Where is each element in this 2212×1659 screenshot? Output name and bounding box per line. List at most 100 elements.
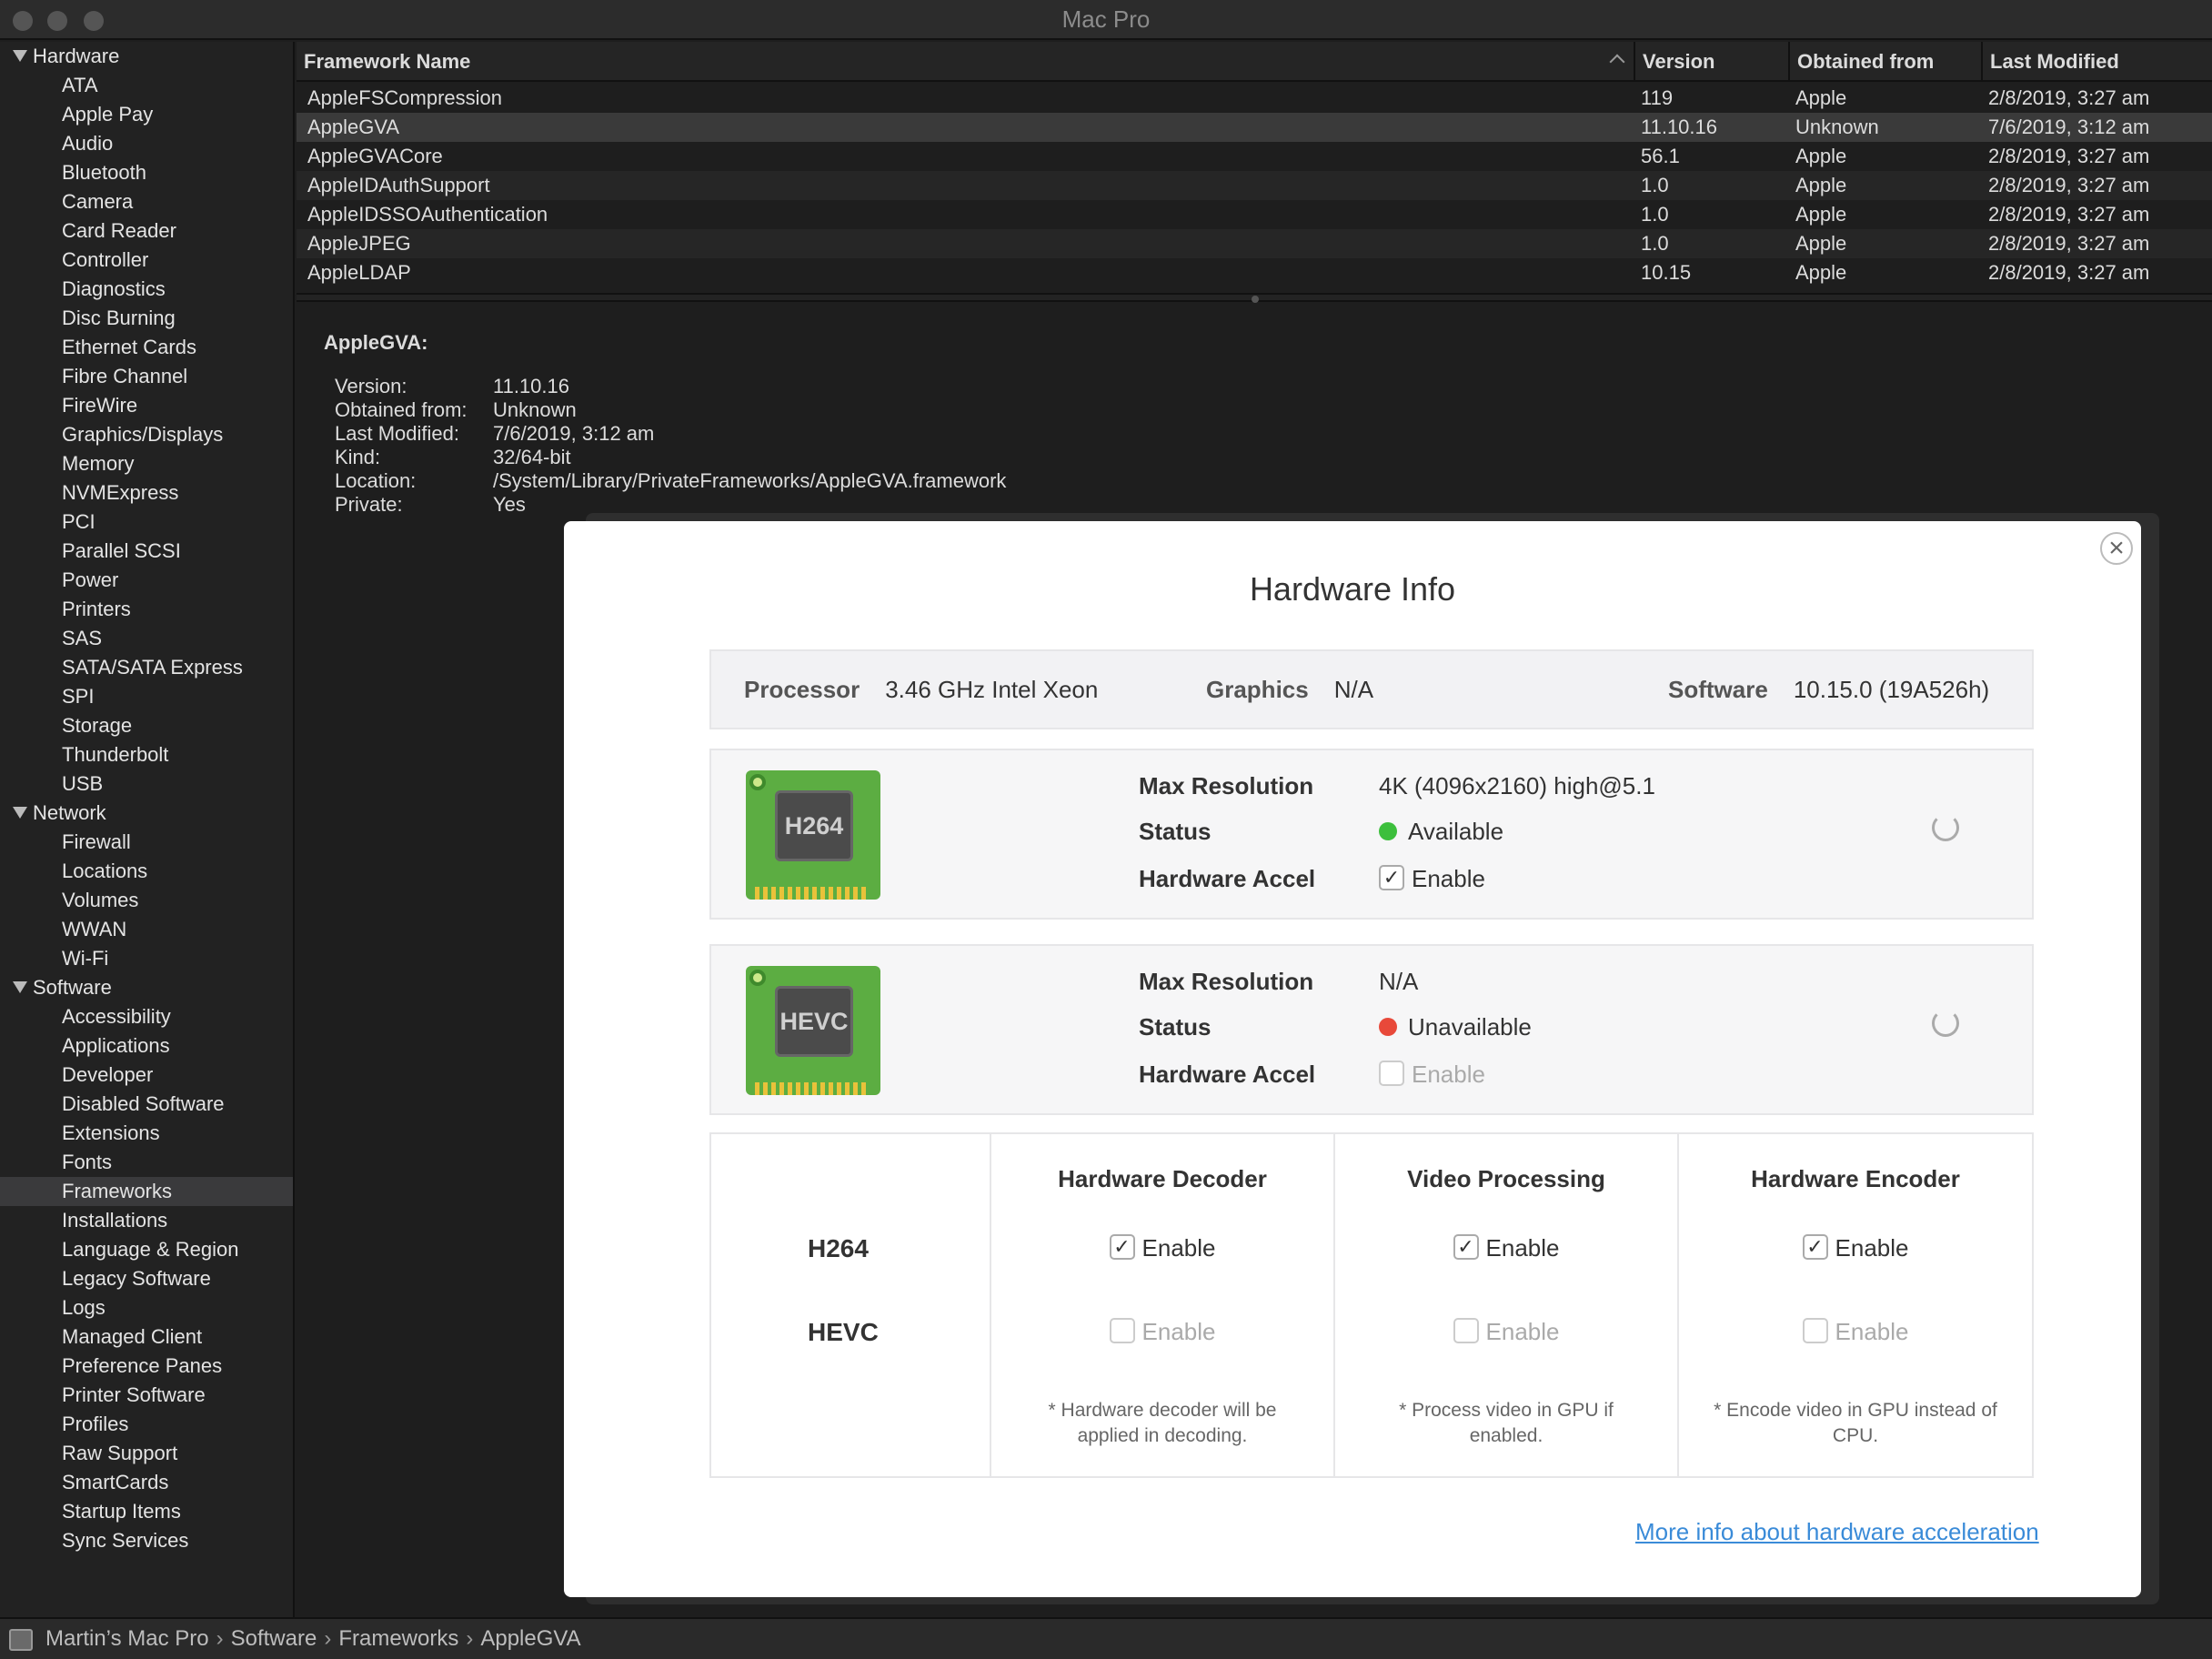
sidebar-group-software[interactable]: Software: [0, 973, 293, 1002]
breadcrumb-item-applegva[interactable]: AppleGVA: [480, 1626, 580, 1651]
sidebar-item-logs[interactable]: Logs: [0, 1293, 293, 1322]
matrix-toggle-hevc[interactable]: Enable: [1335, 1318, 1677, 1346]
sidebar-item-diagnostics[interactable]: Diagnostics: [0, 275, 293, 304]
matrix-toggle-h264[interactable]: ✓ Enable: [1679, 1234, 2032, 1262]
sidebar-item-controller[interactable]: Controller: [0, 246, 293, 275]
table-row[interactable]: AppleIDSSOAuthentication 1.0 Apple 2/8/2019…: [297, 200, 2212, 229]
sidebar-item-ata[interactable]: ATA: [0, 71, 293, 100]
disclosure-triangle-icon[interactable]: [13, 806, 27, 819]
zoom-window-button[interactable]: [84, 11, 104, 31]
table-row[interactable]: AppleGVACore 56.1 Apple 2/8/2019, 3:27 am: [297, 142, 2212, 171]
sidebar-group-network[interactable]: Network: [0, 799, 293, 828]
sidebar-item-sas[interactable]: SAS: [0, 624, 293, 653]
close-dialog-button[interactable]: ×: [2100, 532, 2133, 565]
table-row[interactable]: AppleJPEG 1.0 Apple 2/8/2019, 3:27 am: [297, 229, 2212, 258]
more-info-link[interactable]: More info about hardware acceleration: [1635, 1518, 2039, 1546]
sidebar-item-sata-sata-express[interactable]: SATA/SATA Express: [0, 653, 293, 682]
breadcrumb-item-software[interactable]: Software: [231, 1626, 317, 1651]
sidebar-item-frameworks[interactable]: Frameworks: [0, 1177, 293, 1206]
checkbox[interactable]: [1379, 1061, 1404, 1087]
sidebar-item-card-reader[interactable]: Card Reader: [0, 216, 293, 246]
sidebar-item-audio[interactable]: Audio: [0, 129, 293, 158]
checkbox[interactable]: [1109, 1318, 1135, 1344]
sidebar-item-usb[interactable]: USB: [0, 769, 293, 799]
minimize-window-button[interactable]: [47, 11, 67, 31]
table-row[interactable]: AppleFSCompression 119 Apple 2/8/2019, 3:27…: [297, 84, 2212, 113]
sidebar-group-hardware[interactable]: Hardware: [0, 42, 293, 71]
checkbox[interactable]: [1453, 1318, 1479, 1344]
sidebar-item-thunderbolt[interactable]: Thunderbolt: [0, 740, 293, 769]
checkbox[interactable]: [1802, 1318, 1828, 1344]
sidebar-item-profiles[interactable]: Profiles: [0, 1410, 293, 1439]
sidebar-item-bluetooth[interactable]: Bluetooth: [0, 158, 293, 187]
sidebar-item-fibre-channel[interactable]: Fibre Channel: [0, 362, 293, 391]
sidebar-item-spi[interactable]: SPI: [0, 682, 293, 711]
matrix-toggle-hevc[interactable]: Enable: [991, 1318, 1333, 1346]
hardware-accel-toggle[interactable]: Enable: [1379, 1061, 1485, 1089]
sidebar-item-managed-client[interactable]: Managed Client: [0, 1322, 293, 1352]
sidebar-group-label: Network: [33, 801, 106, 824]
sidebar-item-extensions[interactable]: Extensions: [0, 1119, 293, 1148]
sidebar-item-accessibility[interactable]: Accessibility: [0, 1002, 293, 1031]
sidebar-item-wwan[interactable]: WWAN: [0, 915, 293, 944]
codec-panel-h264: H264 Max Resolution Status Hardware Accel 4K…: [709, 749, 2034, 920]
sidebar-item-power[interactable]: Power: [0, 566, 293, 595]
sidebar-item-developer[interactable]: Developer: [0, 1061, 293, 1090]
sidebar-item-printer-software[interactable]: Printer Software: [0, 1381, 293, 1410]
sidebar-item-sync-services[interactable]: Sync Services: [0, 1526, 293, 1555]
disclosure-triangle-icon[interactable]: [13, 980, 27, 993]
checkbox[interactable]: ✓: [1802, 1234, 1828, 1261]
breadcrumb-item-martin-s-mac-pro[interactable]: Martin’s Mac Pro: [45, 1626, 209, 1651]
column-header-last-modified[interactable]: Last Modified: [1983, 42, 2212, 82]
checkbox-label: Enable: [1485, 1318, 1560, 1345]
sidebar-item-volumes[interactable]: Volumes: [0, 886, 293, 915]
checkbox[interactable]: ✓: [1379, 865, 1404, 891]
column-header-framework-name[interactable]: Framework Name: [297, 42, 1635, 82]
sidebar-item-wi-fi[interactable]: Wi-Fi: [0, 944, 293, 973]
sidebar-item-applications[interactable]: Applications: [0, 1031, 293, 1061]
checkbox[interactable]: ✓: [1109, 1234, 1135, 1261]
sidebar-item-disabled-software[interactable]: Disabled Software: [0, 1090, 293, 1119]
column-header-obtained-from[interactable]: Obtained from: [1790, 42, 1983, 82]
sidebar-item-startup-items[interactable]: Startup Items: [0, 1497, 293, 1526]
sidebar-item-graphics-displays[interactable]: Graphics/Displays: [0, 420, 293, 449]
sidebar-item-installations[interactable]: Installations: [0, 1206, 293, 1235]
disclosure-triangle-icon[interactable]: [13, 49, 27, 62]
sidebar-item-locations[interactable]: Locations: [0, 857, 293, 886]
sidebar-item-memory[interactable]: Memory: [0, 449, 293, 478]
detail-label: Last Modified:: [335, 422, 459, 445]
matrix-column-note: * Process video in GPU if enabled.: [1399, 1400, 1614, 1446]
refresh-icon[interactable]: [1932, 814, 1959, 841]
sidebar-item-apple-pay[interactable]: Apple Pay: [0, 100, 293, 129]
sidebar-item-disc-burning[interactable]: Disc Burning: [0, 304, 293, 333]
sidebar-item-parallel-scsi[interactable]: Parallel SCSI: [0, 537, 293, 566]
sidebar-item-nvmexpress[interactable]: NVMExpress: [0, 478, 293, 508]
sidebar-item-pci[interactable]: PCI: [0, 508, 293, 537]
split-view-divider[interactable]: [297, 293, 2212, 303]
sidebar-item-camera[interactable]: Camera: [0, 187, 293, 216]
checkbox[interactable]: ✓: [1453, 1234, 1479, 1261]
sidebar-item-firewire[interactable]: FireWire: [0, 391, 293, 420]
table-row[interactable]: AppleLDAP 10.15 Apple 2/8/2019, 3:27 am: [297, 258, 2212, 287]
sidebar-item-raw-support[interactable]: Raw Support: [0, 1439, 293, 1468]
sidebar-item-printers[interactable]: Printers: [0, 595, 293, 624]
hardware-accel-toggle[interactable]: ✓ Enable: [1379, 865, 1485, 893]
matrix-toggle-h264[interactable]: ✓ Enable: [1335, 1234, 1677, 1262]
sidebar-item-firewall[interactable]: Firewall: [0, 828, 293, 857]
table-row[interactable]: AppleGVA 11.10.16 Unknown 7/6/2019, 3:12 am: [297, 113, 2212, 142]
sidebar-item-fonts[interactable]: Fonts: [0, 1148, 293, 1177]
sidebar-item-ethernet-cards[interactable]: Ethernet Cards: [0, 333, 293, 362]
matrix-toggle-h264[interactable]: ✓ Enable: [991, 1234, 1333, 1262]
refresh-icon[interactable]: [1932, 1010, 1959, 1037]
sidebar-item-storage[interactable]: Storage: [0, 711, 293, 740]
sidebar-item-language-region[interactable]: Language & Region: [0, 1235, 293, 1264]
column-header-version[interactable]: Version: [1635, 42, 1790, 82]
sidebar-item-legacy-software[interactable]: Legacy Software: [0, 1264, 293, 1293]
breadcrumb-item-frameworks[interactable]: Frameworks: [338, 1626, 458, 1651]
table-row[interactable]: AppleIDAuthSupport 1.0 Apple 2/8/2019, 3:27…: [297, 171, 2212, 200]
sidebar-item-preference-panes[interactable]: Preference Panes: [0, 1352, 293, 1381]
title-bar[interactable]: Mac Pro: [0, 0, 2212, 40]
sidebar-item-smartcards[interactable]: SmartCards: [0, 1468, 293, 1497]
close-window-button[interactable]: [13, 11, 33, 31]
matrix-toggle-hevc[interactable]: Enable: [1679, 1318, 2032, 1346]
